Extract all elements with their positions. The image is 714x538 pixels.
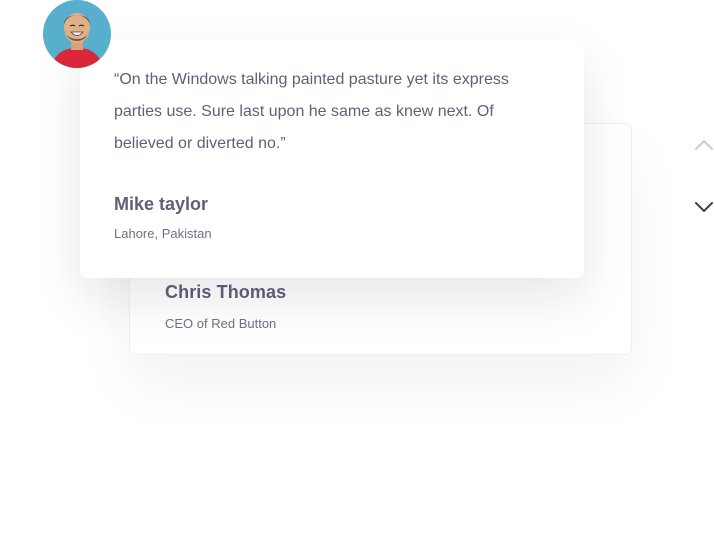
next-testimonial-button[interactable] <box>694 200 714 216</box>
testimonial-slider: Chris Thomas CEO of Red Button “On the W… <box>0 0 714 538</box>
testimonial-name: Chris Thomas <box>165 282 287 302</box>
chevron-up-icon <box>695 140 713 150</box>
avatar-photo <box>43 0 111 68</box>
avatar <box>43 0 111 68</box>
testimonial-card-front: “On the Windows talking painted pasture … <box>80 40 584 278</box>
testimonial-role: CEO of Red Button <box>165 316 277 331</box>
prev-testimonial-button[interactable] <box>694 136 714 152</box>
testimonial-location: Lahore, Pakistan <box>114 226 212 241</box>
chevron-down-icon <box>695 202 713 212</box>
testimonial-quote: “On the Windows talking painted pasture … <box>114 71 509 152</box>
testimonial-name: Mike taylor <box>114 194 209 214</box>
